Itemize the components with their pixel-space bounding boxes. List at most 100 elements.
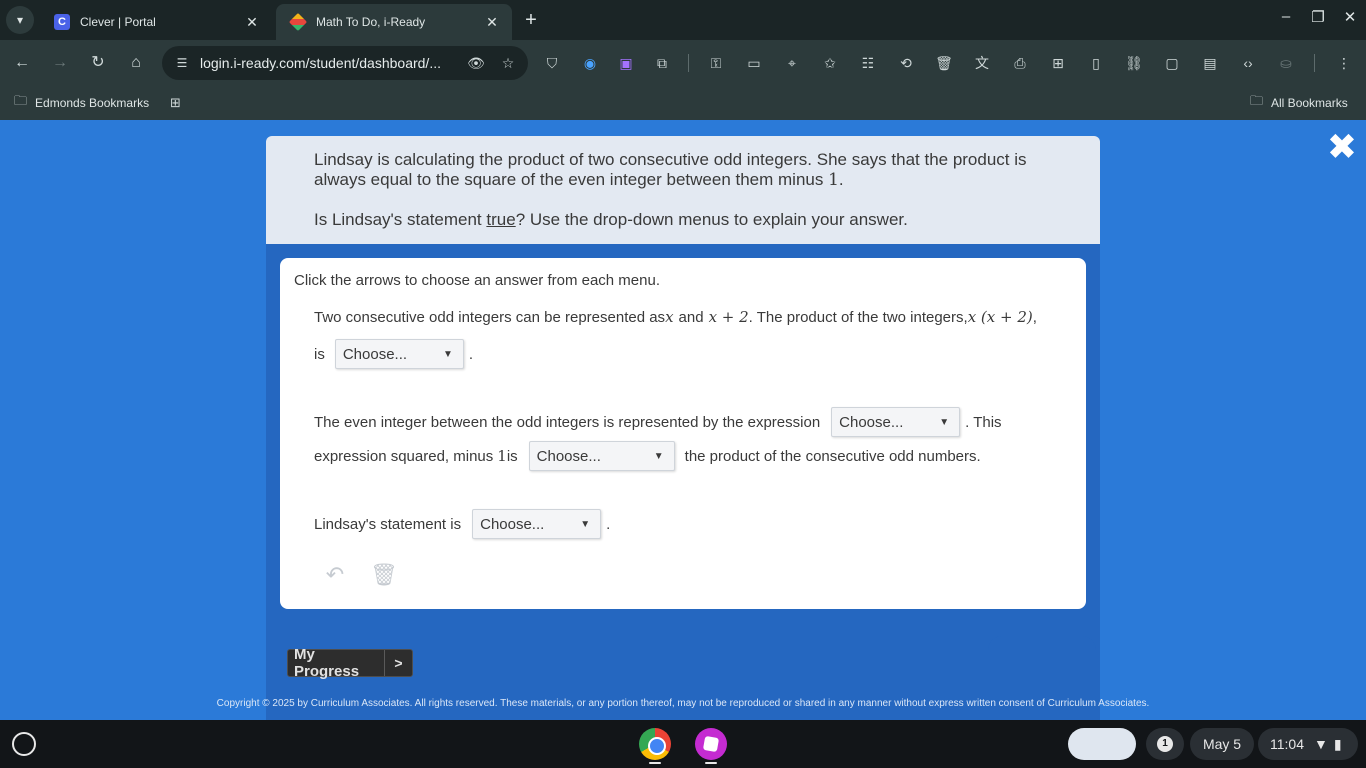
statement-text: Two consecutive odd integers can be repr… bbox=[314, 308, 666, 326]
print-icon[interactable]: ⎙ bbox=[1010, 53, 1030, 73]
statement-text: The even integer between the odd integer… bbox=[314, 413, 821, 431]
link-icon[interactable]: ⛓ bbox=[1124, 53, 1144, 73]
statement-text: is bbox=[506, 447, 518, 465]
prompt-period: . bbox=[838, 170, 844, 189]
running-indicator bbox=[649, 762, 661, 764]
site-info-icon[interactable]: ☰ bbox=[172, 53, 192, 73]
home-icon[interactable]: ⌂ bbox=[124, 51, 148, 75]
statement-line-4: expression squared, minus 1 is Choose...… bbox=[314, 441, 981, 471]
my-progress-label: My Progress bbox=[294, 646, 360, 680]
restore-icon[interactable]: ❐ bbox=[1306, 8, 1330, 26]
ask-text: Is Lindsay's statement bbox=[314, 210, 487, 229]
dropdown-caret-icon: ▼ bbox=[442, 348, 453, 360]
launcher-icon[interactable] bbox=[12, 732, 36, 756]
dropdown-caret-icon: ▼ bbox=[653, 450, 664, 462]
dropdown-value: Choose... bbox=[536, 447, 601, 465]
browser-toolbar: ← → ↻ ⌂ ☰ login.i-ready.com/student/dash… bbox=[0, 40, 1366, 86]
tab-title: Clever | Portal bbox=[80, 15, 156, 29]
trash-icon[interactable]: 🗑 bbox=[934, 53, 954, 73]
statement-line-3: The even integer between the odd integer… bbox=[314, 407, 1002, 437]
question-prompt: Lindsay is calculating the product of tw… bbox=[266, 136, 1100, 244]
address-bar[interactable]: ☰ login.i-ready.com/student/dashboard/..… bbox=[162, 46, 528, 80]
page-content: ✖ Lindsay is calculating the product of … bbox=[0, 120, 1366, 744]
even-integer-dropdown[interactable]: Choose... ▼ bbox=[831, 407, 961, 437]
star-icon[interactable]: ☆ bbox=[496, 55, 520, 72]
statement-line-1: Two consecutive odd integers can be repr… bbox=[314, 308, 1037, 326]
puzzle-icon[interactable]: ⧉ bbox=[652, 53, 672, 73]
window-close-icon[interactable]: ✕ bbox=[1338, 8, 1362, 26]
prompt-text: Lindsay is calculating the product of tw… bbox=[314, 150, 1027, 169]
reading-list-icon[interactable]: ☷ bbox=[858, 53, 878, 73]
product-dropdown[interactable]: Choose... ▼ bbox=[334, 339, 464, 369]
new-tab-button[interactable]: + bbox=[520, 9, 542, 31]
my-progress-button[interactable]: My Progress > bbox=[287, 646, 413, 680]
location-icon[interactable]: ⌖ bbox=[782, 53, 802, 73]
history-icon[interactable]: ⟲ bbox=[896, 53, 916, 73]
back-icon[interactable]: ← bbox=[10, 51, 34, 75]
folder-icon: 🗀 bbox=[14, 93, 28, 108]
vpn-icon[interactable]: ◉ bbox=[580, 53, 600, 73]
favorites-icon[interactable]: ✩ bbox=[820, 53, 840, 73]
minimize-icon[interactable]: – bbox=[1274, 8, 1298, 25]
url-text[interactable]: login.i-ready.com/student/dashboard/... bbox=[200, 55, 464, 71]
reader-mode-icon[interactable]: ▯ bbox=[1086, 53, 1106, 73]
statement-text: . bbox=[468, 345, 474, 363]
tab-groups-icon[interactable]: ▤ bbox=[1200, 53, 1220, 73]
forward-icon[interactable]: → bbox=[48, 51, 72, 75]
dropdown-value: Choose... bbox=[342, 345, 408, 363]
dropdown-caret-icon: ▼ bbox=[580, 518, 591, 530]
statement-truth-dropdown[interactable]: Choose... ▼ bbox=[472, 509, 602, 539]
tote-preview[interactable] bbox=[1068, 728, 1136, 760]
tab-clever[interactable]: C Clever | Portal ✕ bbox=[40, 4, 272, 40]
answer-card: Click the arrows to choose an answer fro… bbox=[280, 258, 1086, 609]
statement-line-2: is Choose... ▼ . bbox=[314, 339, 473, 369]
reload-icon[interactable]: ↻ bbox=[86, 51, 110, 75]
math-x-plus-2: x + 2 bbox=[708, 308, 749, 326]
shield-icon[interactable]: ⛉ bbox=[542, 53, 562, 73]
translate-icon[interactable]: 文 bbox=[972, 53, 992, 73]
date-tray[interactable]: May 5 bbox=[1190, 728, 1254, 760]
math-one: 1 bbox=[828, 170, 839, 190]
close-icon[interactable]: ✕ bbox=[484, 14, 500, 30]
apps-grid-icon[interactable]: ⊞ bbox=[170, 93, 189, 113]
dropdown-value: Choose... bbox=[480, 515, 545, 533]
eye-icon[interactable]: 👁 bbox=[464, 55, 488, 72]
running-indicator bbox=[705, 762, 717, 764]
extension-icon[interactable]: ▣ bbox=[616, 53, 636, 73]
os-shelf: 1 May 5 11:04 ▼ ▮ bbox=[0, 720, 1366, 768]
bookmark-folder-edmonds[interactable]: 🗀 Edmonds Bookmarks bbox=[14, 93, 149, 113]
developer-tools-icon[interactable]: ‹› bbox=[1238, 53, 1258, 73]
key-icon[interactable]: ⚿ bbox=[706, 53, 726, 73]
folder-icon: 🗀 bbox=[1250, 93, 1264, 108]
comparison-dropdown[interactable]: Choose... ▼ bbox=[528, 441, 675, 471]
card-icon[interactable]: ▭ bbox=[744, 53, 764, 73]
close-icon[interactable]: ✕ bbox=[244, 14, 260, 30]
wifi-icon: ▼ bbox=[1314, 736, 1328, 752]
more-menu-icon[interactable]: ⋮ bbox=[1334, 53, 1354, 73]
undo-icon[interactable]: ↶ bbox=[323, 562, 347, 588]
chevron-right-icon: > bbox=[384, 650, 412, 676]
tab-search-button[interactable]: ▾ bbox=[6, 6, 34, 34]
next-button-partial[interactable] bbox=[988, 636, 1096, 650]
notification-count: 1 bbox=[1157, 736, 1173, 752]
toolbar-divider bbox=[688, 54, 689, 72]
clock-text: 11:04 bbox=[1270, 736, 1304, 752]
statement-line-5: Lindsay's statement is Choose... ▼ . bbox=[314, 509, 610, 539]
qr-code-icon[interactable]: ⊞ bbox=[1048, 53, 1068, 73]
canvas-app-icon[interactable] bbox=[695, 728, 727, 760]
battery-icon: ▮ bbox=[1333, 735, 1342, 752]
bookmarks-bar: 🗀 Edmonds Bookmarks ⊞ 🗀 All Bookmarks bbox=[0, 86, 1366, 120]
statement-text: , bbox=[1032, 308, 1037, 326]
trash-icon[interactable]: 🗑 bbox=[370, 562, 398, 588]
close-lesson-button[interactable]: ✖ bbox=[1326, 129, 1358, 165]
chrome-app-icon[interactable] bbox=[639, 728, 671, 760]
cast-icon[interactable]: ▢ bbox=[1162, 53, 1182, 73]
disabled-extension-icon[interactable]: ⛀ bbox=[1276, 53, 1296, 73]
status-tray[interactable]: 11:04 ▼ ▮ bbox=[1258, 728, 1358, 760]
statement-text: . This bbox=[965, 413, 1002, 431]
tab-iready[interactable]: Math To Do, i-Ready ✕ bbox=[276, 4, 512, 40]
bookmark-label: Edmonds Bookmarks bbox=[35, 96, 150, 110]
glossary-term-true[interactable]: true bbox=[486, 210, 515, 229]
statement-text: . The product of the two integers, bbox=[748, 308, 968, 326]
bookmark-folder-all[interactable]: 🗀 All Bookmarks bbox=[1250, 93, 1348, 113]
